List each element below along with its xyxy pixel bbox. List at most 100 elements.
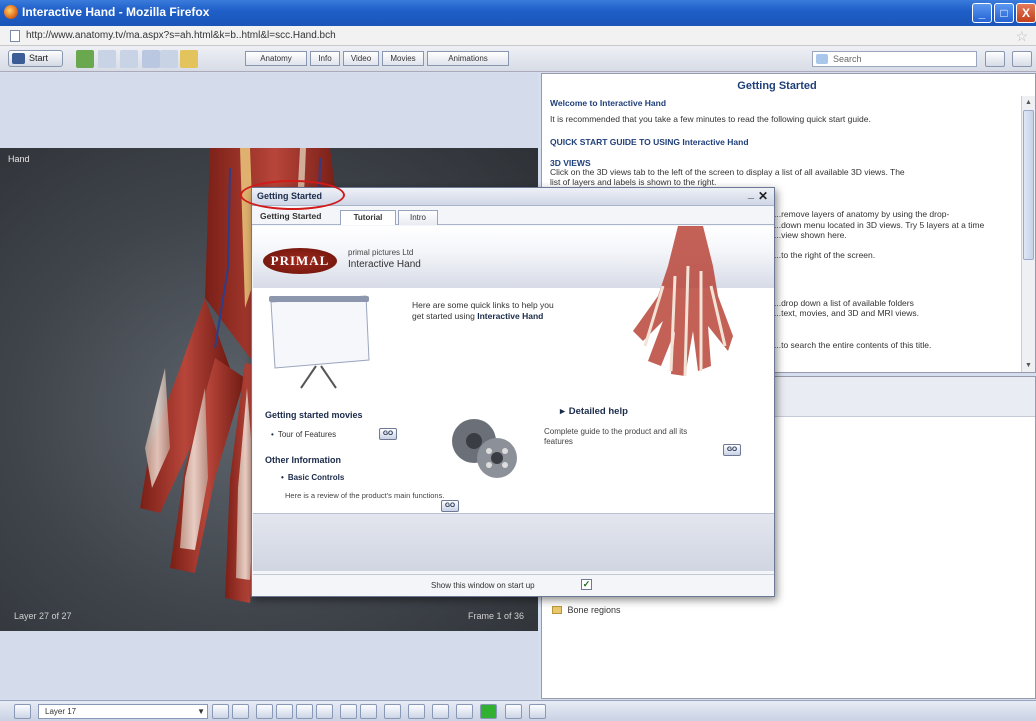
annotation-circle bbox=[240, 180, 345, 210]
rotate-left-button[interactable] bbox=[256, 704, 273, 719]
basic-controls-label: Basic Controls bbox=[287, 473, 345, 482]
rotate-right-button[interactable] bbox=[276, 704, 293, 719]
minimize-icon[interactable]: _ bbox=[748, 188, 754, 200]
scroll-down-icon[interactable]: ▼ bbox=[1023, 360, 1034, 371]
start-button[interactable]: Start bbox=[8, 50, 63, 67]
eraser-button[interactable] bbox=[408, 704, 425, 719]
print-icon[interactable] bbox=[160, 50, 178, 68]
forward-icon[interactable] bbox=[120, 50, 138, 68]
tour-go-button[interactable]: GO bbox=[379, 428, 397, 440]
help-title: Getting Started bbox=[737, 80, 817, 92]
dialog-tabs: Getting Started Tutorial Intro bbox=[252, 207, 774, 225]
intro-line-1: Here are some quick links to help you bbox=[412, 300, 554, 310]
tour-item: • Tour of Features bbox=[271, 430, 336, 439]
intro-text: Here are some quick links to help you ge… bbox=[412, 300, 554, 322]
window-title-bar: Interactive Hand - Mozilla Firefox _ □ X bbox=[0, 0, 1036, 26]
close-window-button[interactable]: X bbox=[1016, 3, 1036, 23]
intro-product-name: Interactive Hand bbox=[477, 311, 544, 321]
zoom-in-button[interactable] bbox=[340, 704, 357, 719]
dialog-footer-band bbox=[253, 513, 774, 571]
show-on-startup-label: Show this window on start up bbox=[431, 581, 535, 590]
start-icon bbox=[12, 53, 25, 64]
frame-readout: Frame 1 of 36 bbox=[467, 611, 524, 621]
show-on-startup-checkbox[interactable]: ✓ bbox=[581, 579, 592, 590]
dialog-content: Here are some quick links to help you ge… bbox=[253, 226, 774, 513]
folder-icon bbox=[552, 606, 562, 614]
bullet-icon: • bbox=[281, 473, 284, 482]
movies-heading: Getting started movies bbox=[265, 410, 363, 420]
zoom-out-button[interactable] bbox=[360, 704, 377, 719]
minimize-button[interactable]: _ bbox=[972, 3, 992, 23]
basic-controls-desc: Here is a review of the product's main f… bbox=[285, 491, 445, 500]
layer-select-value: Layer 17 bbox=[45, 707, 77, 716]
url-field[interactable]: http://www.anatomy.tv/ma.aspx?s=ah.html&… bbox=[26, 30, 336, 41]
help-line: It is recommended that you take a few mi… bbox=[550, 114, 871, 124]
fullscreen-button[interactable] bbox=[529, 704, 546, 719]
help-line: ...view shown here. bbox=[774, 230, 847, 240]
primal-logo: PRIMAL bbox=[263, 248, 337, 274]
tab-intro[interactable]: Intro bbox=[398, 210, 438, 225]
layout-button[interactable] bbox=[505, 704, 522, 719]
other-info-heading: Other Information bbox=[265, 455, 341, 465]
layer-icon[interactable] bbox=[14, 704, 31, 719]
triangle-bullet-icon: ▸ bbox=[560, 406, 565, 417]
detailed-help-go-button[interactable]: GO bbox=[723, 444, 741, 456]
tab-info[interactable]: Info bbox=[310, 51, 340, 66]
basic-controls-item: • Basic Controls bbox=[281, 473, 344, 482]
help-line: ...to the right of the screen. bbox=[774, 250, 876, 260]
tab-anatomy[interactable]: Anatomy bbox=[245, 51, 307, 66]
label-button[interactable] bbox=[432, 704, 449, 719]
search-input[interactable]: Search bbox=[812, 51, 977, 67]
detailed-help-item: ▸ Detailed help bbox=[560, 406, 628, 417]
layer-down-button[interactable] bbox=[232, 704, 249, 719]
basic-controls-go-button[interactable]: GO bbox=[441, 500, 459, 512]
help-line: Welcome to Interactive Hand bbox=[550, 98, 667, 108]
window-title: Interactive Hand - Mozilla Firefox bbox=[22, 5, 210, 19]
help-line: ...drop down a list of available folders bbox=[774, 298, 914, 308]
rotate-up-button[interactable] bbox=[296, 704, 313, 719]
hand-skeleton-image bbox=[633, 226, 733, 377]
layer-select[interactable]: Layer 17 ▼ bbox=[38, 704, 208, 719]
start-label: Start bbox=[29, 53, 49, 63]
bullet-icon: • bbox=[271, 430, 274, 439]
brand-line-1: primal pictures Ltd bbox=[348, 248, 414, 257]
back-icon[interactable] bbox=[98, 50, 116, 68]
maximize-button[interactable]: □ bbox=[994, 3, 1014, 23]
viewer-label: Hand bbox=[8, 154, 30, 164]
tab-tutorial[interactable]: Tutorial bbox=[340, 210, 396, 225]
search-placeholder: Search bbox=[833, 54, 862, 64]
tour-label: Tour of Features bbox=[277, 430, 337, 439]
help-line: ...down menu located in 3D views. Try 5 … bbox=[774, 220, 985, 230]
options-button[interactable] bbox=[985, 51, 1005, 67]
folder-icon[interactable] bbox=[180, 50, 198, 68]
tab-video[interactable]: Video bbox=[343, 51, 379, 66]
layer-up-button[interactable] bbox=[212, 704, 229, 719]
sidebar-toggle-button[interactable] bbox=[456, 704, 473, 719]
tree-item[interactable]: Bone regions bbox=[552, 605, 621, 615]
getting-started-dialog: Getting Started _ ✕ Getting Started Tuto… bbox=[251, 187, 775, 597]
chevron-down-icon: ▼ bbox=[197, 707, 205, 716]
add-icon[interactable] bbox=[76, 50, 94, 68]
tree-item-label: Bone regions bbox=[567, 605, 621, 615]
detailed-help-label: Detailed help bbox=[568, 406, 628, 417]
help-line: QUICK START GUIDE TO USING Interactive H… bbox=[550, 137, 749, 147]
close-icon[interactable]: ✕ bbox=[758, 189, 768, 203]
dialog-footer: Show this window on start up ✓ bbox=[253, 574, 774, 596]
help-button[interactable] bbox=[1012, 51, 1032, 67]
scroll-up-icon[interactable]: ▲ bbox=[1023, 97, 1034, 108]
pen-tool-button[interactable] bbox=[384, 704, 401, 719]
notes-icon[interactable] bbox=[142, 50, 160, 68]
film-reel-icon bbox=[452, 419, 517, 478]
help-line: Click on the 3D views tab to the left of… bbox=[550, 167, 905, 177]
scrollbar-thumb[interactable] bbox=[1023, 110, 1034, 260]
tab-animations[interactable]: Animations bbox=[427, 51, 509, 66]
layer-readout: Layer 27 of 27 bbox=[14, 611, 72, 621]
status-green-icon[interactable] bbox=[480, 704, 497, 719]
dialog-heading: Getting Started bbox=[260, 211, 322, 221]
viewer-bottom-area bbox=[0, 631, 538, 699]
bottom-toolbar: Layer 17 ▼ bbox=[0, 700, 1036, 721]
help-scrollbar[interactable]: ▲ ▼ bbox=[1021, 96, 1035, 372]
tab-movies[interactable]: Movies bbox=[382, 51, 424, 66]
bookmark-star-icon[interactable]: ☆ bbox=[1015, 28, 1028, 45]
rotate-down-button[interactable] bbox=[316, 704, 333, 719]
